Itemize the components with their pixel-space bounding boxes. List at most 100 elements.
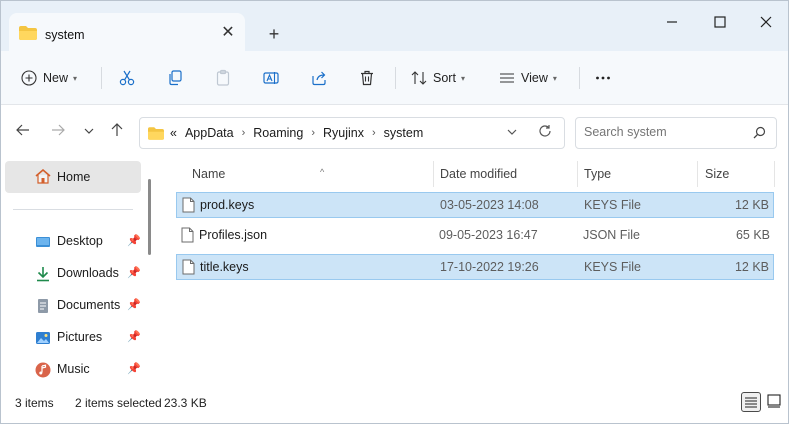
new-tab-button[interactable]: + bbox=[263, 23, 285, 45]
folder-icon bbox=[19, 26, 37, 43]
chevron-down-icon bbox=[84, 128, 94, 134]
sidebar-scrollbar[interactable] bbox=[146, 161, 152, 386]
title-bar: system ✕ + bbox=[1, 1, 788, 51]
file-size: 65 KB bbox=[735, 228, 770, 242]
file-name: prod.keys bbox=[200, 198, 255, 212]
sidebar-item-label: Desktop bbox=[57, 234, 103, 248]
maximize-button[interactable] bbox=[705, 11, 735, 37]
view-label: View bbox=[521, 71, 548, 85]
refresh-button[interactable] bbox=[538, 124, 552, 142]
paste-icon bbox=[216, 69, 230, 86]
minimize-icon bbox=[667, 21, 677, 23]
chevron-down-icon: ▾ bbox=[73, 73, 78, 83]
new-label: New bbox=[43, 71, 69, 85]
sidebar-item-documents[interactable]: Documents 📌 bbox=[5, 291, 141, 319]
chevron-down-icon: ▾ bbox=[552, 73, 557, 83]
tiles-view-button[interactable] bbox=[765, 392, 785, 412]
status-bar: 3 items 2 items selected 23.3 KB bbox=[1, 389, 788, 423]
close-window-button[interactable] bbox=[751, 11, 781, 37]
rename-icon bbox=[263, 72, 279, 84]
arrow-left-icon bbox=[16, 124, 29, 136]
recent-locations-button[interactable] bbox=[79, 123, 99, 143]
file-type: KEYS File bbox=[584, 260, 641, 274]
sidebar-item-desktop[interactable]: Desktop 📌 bbox=[5, 227, 141, 255]
breadcrumb-appdata[interactable]: AppData bbox=[185, 126, 234, 140]
file-row[interactable]: prod.keys 03-05-2023 14:08 KEYS File 12 … bbox=[176, 192, 774, 218]
breadcrumb-overflow[interactable]: « bbox=[170, 126, 177, 140]
details-view-button[interactable] bbox=[741, 392, 761, 412]
more-options-button[interactable] bbox=[595, 63, 611, 93]
minimize-button[interactable] bbox=[657, 11, 687, 37]
home-icon bbox=[35, 168, 51, 187]
paste-button[interactable] bbox=[214, 63, 232, 93]
address-history-button[interactable] bbox=[506, 126, 518, 141]
view-icon bbox=[500, 73, 514, 83]
cut-button[interactable] bbox=[118, 63, 136, 93]
file-date: 03-05-2023 14:08 bbox=[440, 198, 539, 212]
cut-icon bbox=[119, 70, 135, 86]
file-list: Name ^ Date modified Type Size prod.keys… bbox=[161, 159, 788, 389]
tab-title: system bbox=[45, 28, 85, 42]
address-bar[interactable]: « AppData › Roaming › Ryujinx › system bbox=[139, 117, 565, 149]
breadcrumb-separator[interactable]: › bbox=[311, 127, 315, 139]
share-icon bbox=[312, 71, 326, 86]
tab-system[interactable]: system ✕ bbox=[9, 13, 245, 51]
toolbar-divider bbox=[579, 67, 580, 89]
column-header-name[interactable]: Name ^ bbox=[176, 159, 433, 191]
copy-icon bbox=[169, 70, 182, 86]
forward-button[interactable] bbox=[48, 123, 68, 143]
documents-icon bbox=[35, 298, 51, 314]
file-row[interactable]: Profiles.json 09-05-2023 16:47 JSON File… bbox=[176, 223, 774, 249]
toolbar-divider bbox=[101, 67, 102, 89]
file-icon bbox=[182, 259, 195, 278]
delete-button[interactable] bbox=[358, 63, 376, 93]
more-icon bbox=[596, 76, 610, 80]
tab-close-icon[interactable]: ✕ bbox=[219, 24, 237, 42]
new-button[interactable]: New ▾ bbox=[21, 63, 77, 93]
arrow-right-icon bbox=[52, 124, 65, 136]
details-view-icon bbox=[745, 397, 757, 408]
share-button[interactable] bbox=[310, 63, 328, 93]
column-header-type[interactable]: Type bbox=[578, 159, 697, 191]
sort-icon bbox=[411, 71, 427, 85]
sidebar-item-home[interactable]: Home bbox=[5, 161, 141, 193]
sidebar-item-pictures[interactable]: Pictures 📌 bbox=[5, 323, 141, 351]
search-box[interactable] bbox=[575, 117, 777, 149]
breadcrumb-separator[interactable]: › bbox=[372, 127, 376, 139]
breadcrumb-separator[interactable]: › bbox=[242, 127, 246, 139]
up-button[interactable] bbox=[107, 123, 127, 143]
sidebar-item-label: Documents bbox=[57, 298, 121, 312]
copy-button[interactable] bbox=[166, 63, 184, 93]
view-button[interactable]: View ▾ bbox=[499, 63, 557, 93]
plus-circle-icon bbox=[21, 70, 37, 86]
rename-button[interactable] bbox=[262, 63, 280, 93]
column-header-date[interactable]: Date modified bbox=[434, 159, 578, 191]
navigation-bar: « AppData › Roaming › Ryujinx › system bbox=[1, 105, 788, 159]
column-header-label: Type bbox=[584, 167, 612, 181]
breadcrumb-roaming[interactable]: Roaming bbox=[253, 126, 303, 140]
back-button[interactable] bbox=[13, 123, 33, 143]
file-name: title.keys bbox=[200, 260, 249, 274]
file-row[interactable]: title.keys 17-10-2022 19:26 KEYS File 12… bbox=[176, 254, 774, 280]
column-header-size[interactable]: Size bbox=[698, 159, 774, 191]
desktop-icon bbox=[35, 234, 51, 250]
breadcrumb-system[interactable]: system bbox=[384, 126, 424, 140]
file-icon bbox=[181, 227, 194, 246]
sidebar-item-label: Music bbox=[57, 362, 90, 376]
column-divider[interactable] bbox=[774, 161, 775, 187]
sort-button[interactable]: Sort ▾ bbox=[411, 63, 465, 93]
pin-icon: 📌 bbox=[127, 235, 141, 247]
navigation-pane: Home Desktop 📌 Downloads 📌 Documents 📌 P… bbox=[1, 159, 159, 389]
sidebar-item-downloads[interactable]: Downloads 📌 bbox=[5, 259, 141, 287]
search-input[interactable] bbox=[584, 125, 744, 139]
breadcrumb-ryujinx[interactable]: Ryujinx bbox=[323, 126, 364, 140]
selection-size: 23.3 KB bbox=[164, 396, 207, 410]
file-explorer-window: system ✕ + New ▾ Sort ▾ View ▾ « AppData… bbox=[0, 0, 789, 424]
scrollbar-thumb[interactable] bbox=[148, 179, 151, 255]
trash-icon bbox=[361, 70, 373, 86]
file-date: 17-10-2022 19:26 bbox=[440, 260, 539, 274]
search-icon[interactable] bbox=[753, 126, 766, 142]
music-icon bbox=[35, 362, 51, 378]
column-header-label: Date modified bbox=[440, 167, 518, 181]
sidebar-item-music[interactable]: Music 📌 bbox=[5, 355, 141, 383]
